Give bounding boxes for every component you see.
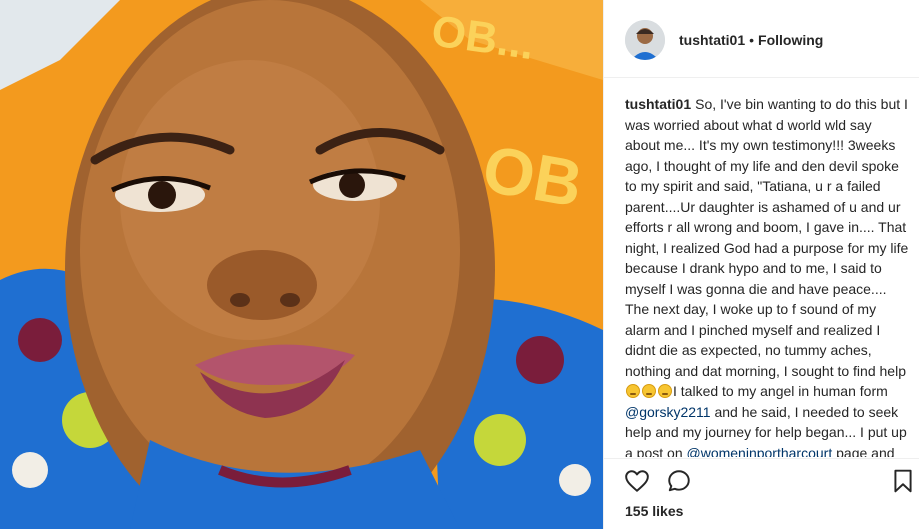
bookmark-icon [894, 469, 912, 493]
post-header: tushtati01 • Following [604, 0, 919, 78]
user-avatar[interactable] [625, 20, 665, 60]
flushed-emoji-icon [658, 384, 672, 398]
following-button[interactable]: Following [758, 32, 823, 48]
actions-divider [604, 458, 919, 459]
likes-count[interactable]: 155 likes [625, 503, 683, 519]
heart-icon [625, 470, 649, 492]
selfie-image: OB... OB [0, 0, 603, 529]
caption-text-2: I talked to my angel in human form [673, 383, 888, 399]
author-username[interactable]: tushtati01 [679, 32, 745, 48]
comment-icon [668, 470, 690, 492]
flushed-emoji-icon [626, 384, 640, 398]
post-sidebar: tushtati01 • Following tushtati01 So, I've … [604, 0, 919, 529]
mention-link[interactable]: @womeninportharcourt [687, 445, 833, 458]
header-line: tushtati01 • Following [679, 32, 823, 48]
comment-button[interactable] [666, 468, 692, 494]
like-button[interactable] [624, 468, 650, 494]
caption-author[interactable]: tushtati01 [625, 96, 691, 112]
flushed-emoji-icon [642, 384, 656, 398]
caption-text-1: So, I've bin wanting to do this but I wa… [625, 96, 909, 379]
caption: tushtati01 So, I've bin wanting to do thi… [625, 94, 910, 457]
save-button[interactable] [890, 468, 916, 494]
post-photo[interactable]: OB... OB [0, 0, 603, 529]
avatar-icon [625, 20, 665, 60]
mention-link[interactable]: @gorsky2211 [625, 404, 711, 420]
separator-dot: • [749, 32, 755, 48]
